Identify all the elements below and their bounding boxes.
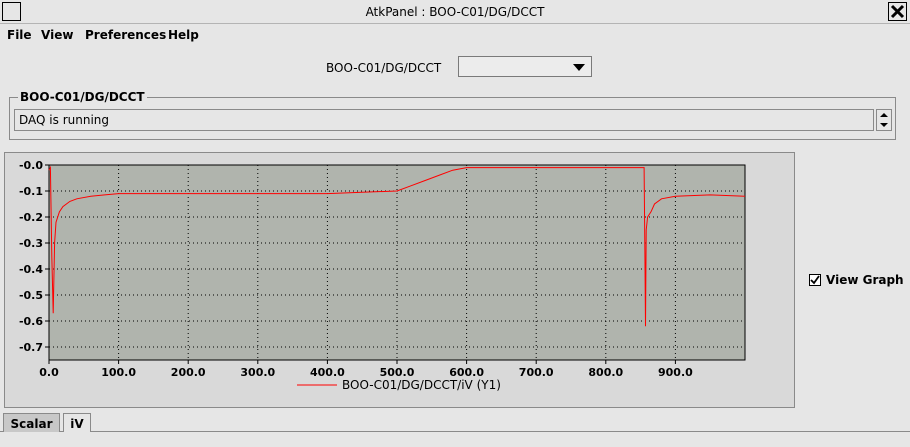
- menu-help[interactable]: Help: [168, 28, 199, 42]
- legend-label: BOO-C01/DG/DCCT/iV (Y1): [342, 378, 501, 392]
- chart-legend: BOO-C01/DG/DCCT/iV (Y1): [297, 378, 501, 392]
- window-title: AtkPanel : BOO-C01/DG/DCCT: [365, 5, 545, 19]
- y-tick-label: -0.1: [19, 185, 43, 198]
- status-text: DAQ is running: [19, 113, 109, 127]
- checkmark-icon: [810, 275, 820, 285]
- scroll-up-icon[interactable]: [880, 113, 888, 117]
- y-tick-label: -0.5: [19, 289, 43, 302]
- x-tick-label: 900.0: [658, 366, 693, 379]
- x-tick-label: 200.0: [171, 366, 206, 379]
- tab-iv[interactable]: iV: [63, 413, 91, 432]
- menu-file[interactable]: File: [7, 28, 32, 42]
- window-titlebar: AtkPanel : BOO-C01/DG/DCCT: [0, 0, 910, 24]
- line-chart[interactable]: 0.0 100.0 200.0 300.0 400.0 500.0 600.0 700.0 80…: [7, 155, 791, 401]
- view-graph-checkbox[interactable]: [809, 274, 821, 286]
- x-tick-label: 800.0: [588, 366, 623, 379]
- x-tick-label: 700.0: [519, 366, 554, 379]
- chevron-down-icon: [573, 64, 585, 71]
- x-tick-label: 0.0: [39, 366, 59, 379]
- x-tick-label: 300.0: [240, 366, 275, 379]
- y-tick-label: -0.3: [19, 237, 43, 250]
- status-field[interactable]: DAQ is running: [14, 109, 874, 131]
- device-selector-combo[interactable]: [458, 56, 592, 77]
- tab-divider: [0, 431, 910, 432]
- menu-preferences[interactable]: Preferences: [85, 28, 166, 42]
- y-tick-label: -0.4: [19, 263, 43, 276]
- status-group-title: BOO-C01/DG/DCCT: [18, 90, 147, 104]
- scroll-down-icon[interactable]: [880, 123, 888, 127]
- y-tick-label: -0.6: [19, 315, 43, 328]
- y-tick-label: -0.2: [19, 211, 43, 224]
- close-icon[interactable]: [888, 2, 907, 21]
- tab-scalar[interactable]: Scalar: [3, 413, 60, 432]
- menubar: File View Preferences Help: [0, 25, 910, 45]
- menu-view[interactable]: View: [41, 28, 73, 42]
- status-scrollbar[interactable]: [876, 109, 892, 131]
- view-graph-label: View Graph: [826, 273, 904, 287]
- y-tick-label: -0.0: [19, 159, 43, 172]
- device-selector-label: BOO-C01/DG/DCCT: [326, 61, 442, 75]
- plot-area: [48, 164, 746, 361]
- y-tick-label: -0.7: [19, 341, 43, 354]
- x-tick-label: 400.0: [310, 366, 345, 379]
- x-tick-label: 100.0: [101, 366, 136, 379]
